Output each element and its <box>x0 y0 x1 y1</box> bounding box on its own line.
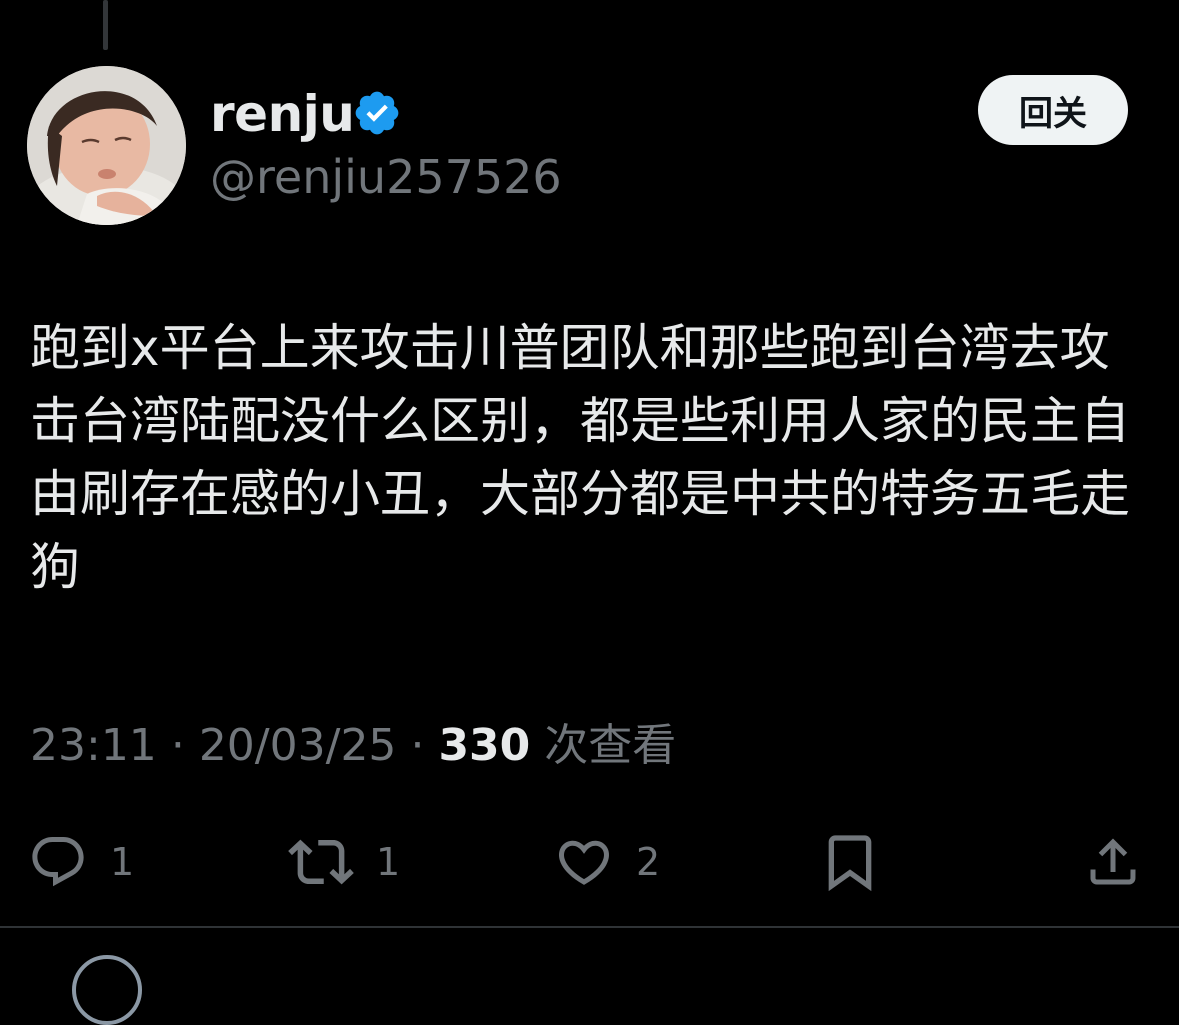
reply-count: 1 <box>110 840 135 884</box>
avatar-image <box>27 66 186 225</box>
heart-icon <box>558 840 610 885</box>
author-display-name[interactable]: renju <box>210 84 355 144</box>
share-button[interactable] <box>1083 830 1143 894</box>
like-count: 2 <box>636 840 661 884</box>
meta-separator: · <box>170 720 185 771</box>
retweet-button[interactable]: 1 <box>288 830 400 894</box>
share-icon <box>1090 838 1136 885</box>
like-button[interactable]: 2 <box>554 830 660 894</box>
retweet-count: 1 <box>376 840 401 884</box>
bookmark-icon <box>828 835 872 892</box>
bookmark-button[interactable] <box>818 830 882 894</box>
tweet-divider <box>0 926 1179 928</box>
tweet-metadata: 23:11 · 20/03/25 · 330 次查看 <box>30 716 676 776</box>
tweet-action-bar: 1 1 2 <box>0 830 1179 894</box>
views-count[interactable]: 330 <box>438 720 530 771</box>
thread-connector-line <box>103 0 108 50</box>
views-label[interactable]: 次查看 <box>544 720 676 771</box>
tweet-text: 跑到x平台上来攻击川普团队和那些跑到台湾去攻击台湾陆配没什么区别，都是些利用人家… <box>30 319 1130 596</box>
tweet-date[interactable]: 20/03/25 <box>199 720 397 771</box>
reply-button[interactable]: 1 <box>28 830 134 894</box>
author-handle[interactable]: @renjiu257526 <box>210 148 562 206</box>
follow-back-button[interactable]: 回关 <box>978 75 1128 145</box>
tweet-time[interactable]: 23:11 <box>30 720 157 771</box>
retweet-icon <box>288 839 354 885</box>
next-reply-avatar[interactable] <box>72 955 142 1025</box>
verified-badge-icon <box>355 91 399 135</box>
meta-separator: · <box>410 720 425 771</box>
reply-icon <box>32 837 84 887</box>
author-avatar[interactable] <box>27 66 186 225</box>
